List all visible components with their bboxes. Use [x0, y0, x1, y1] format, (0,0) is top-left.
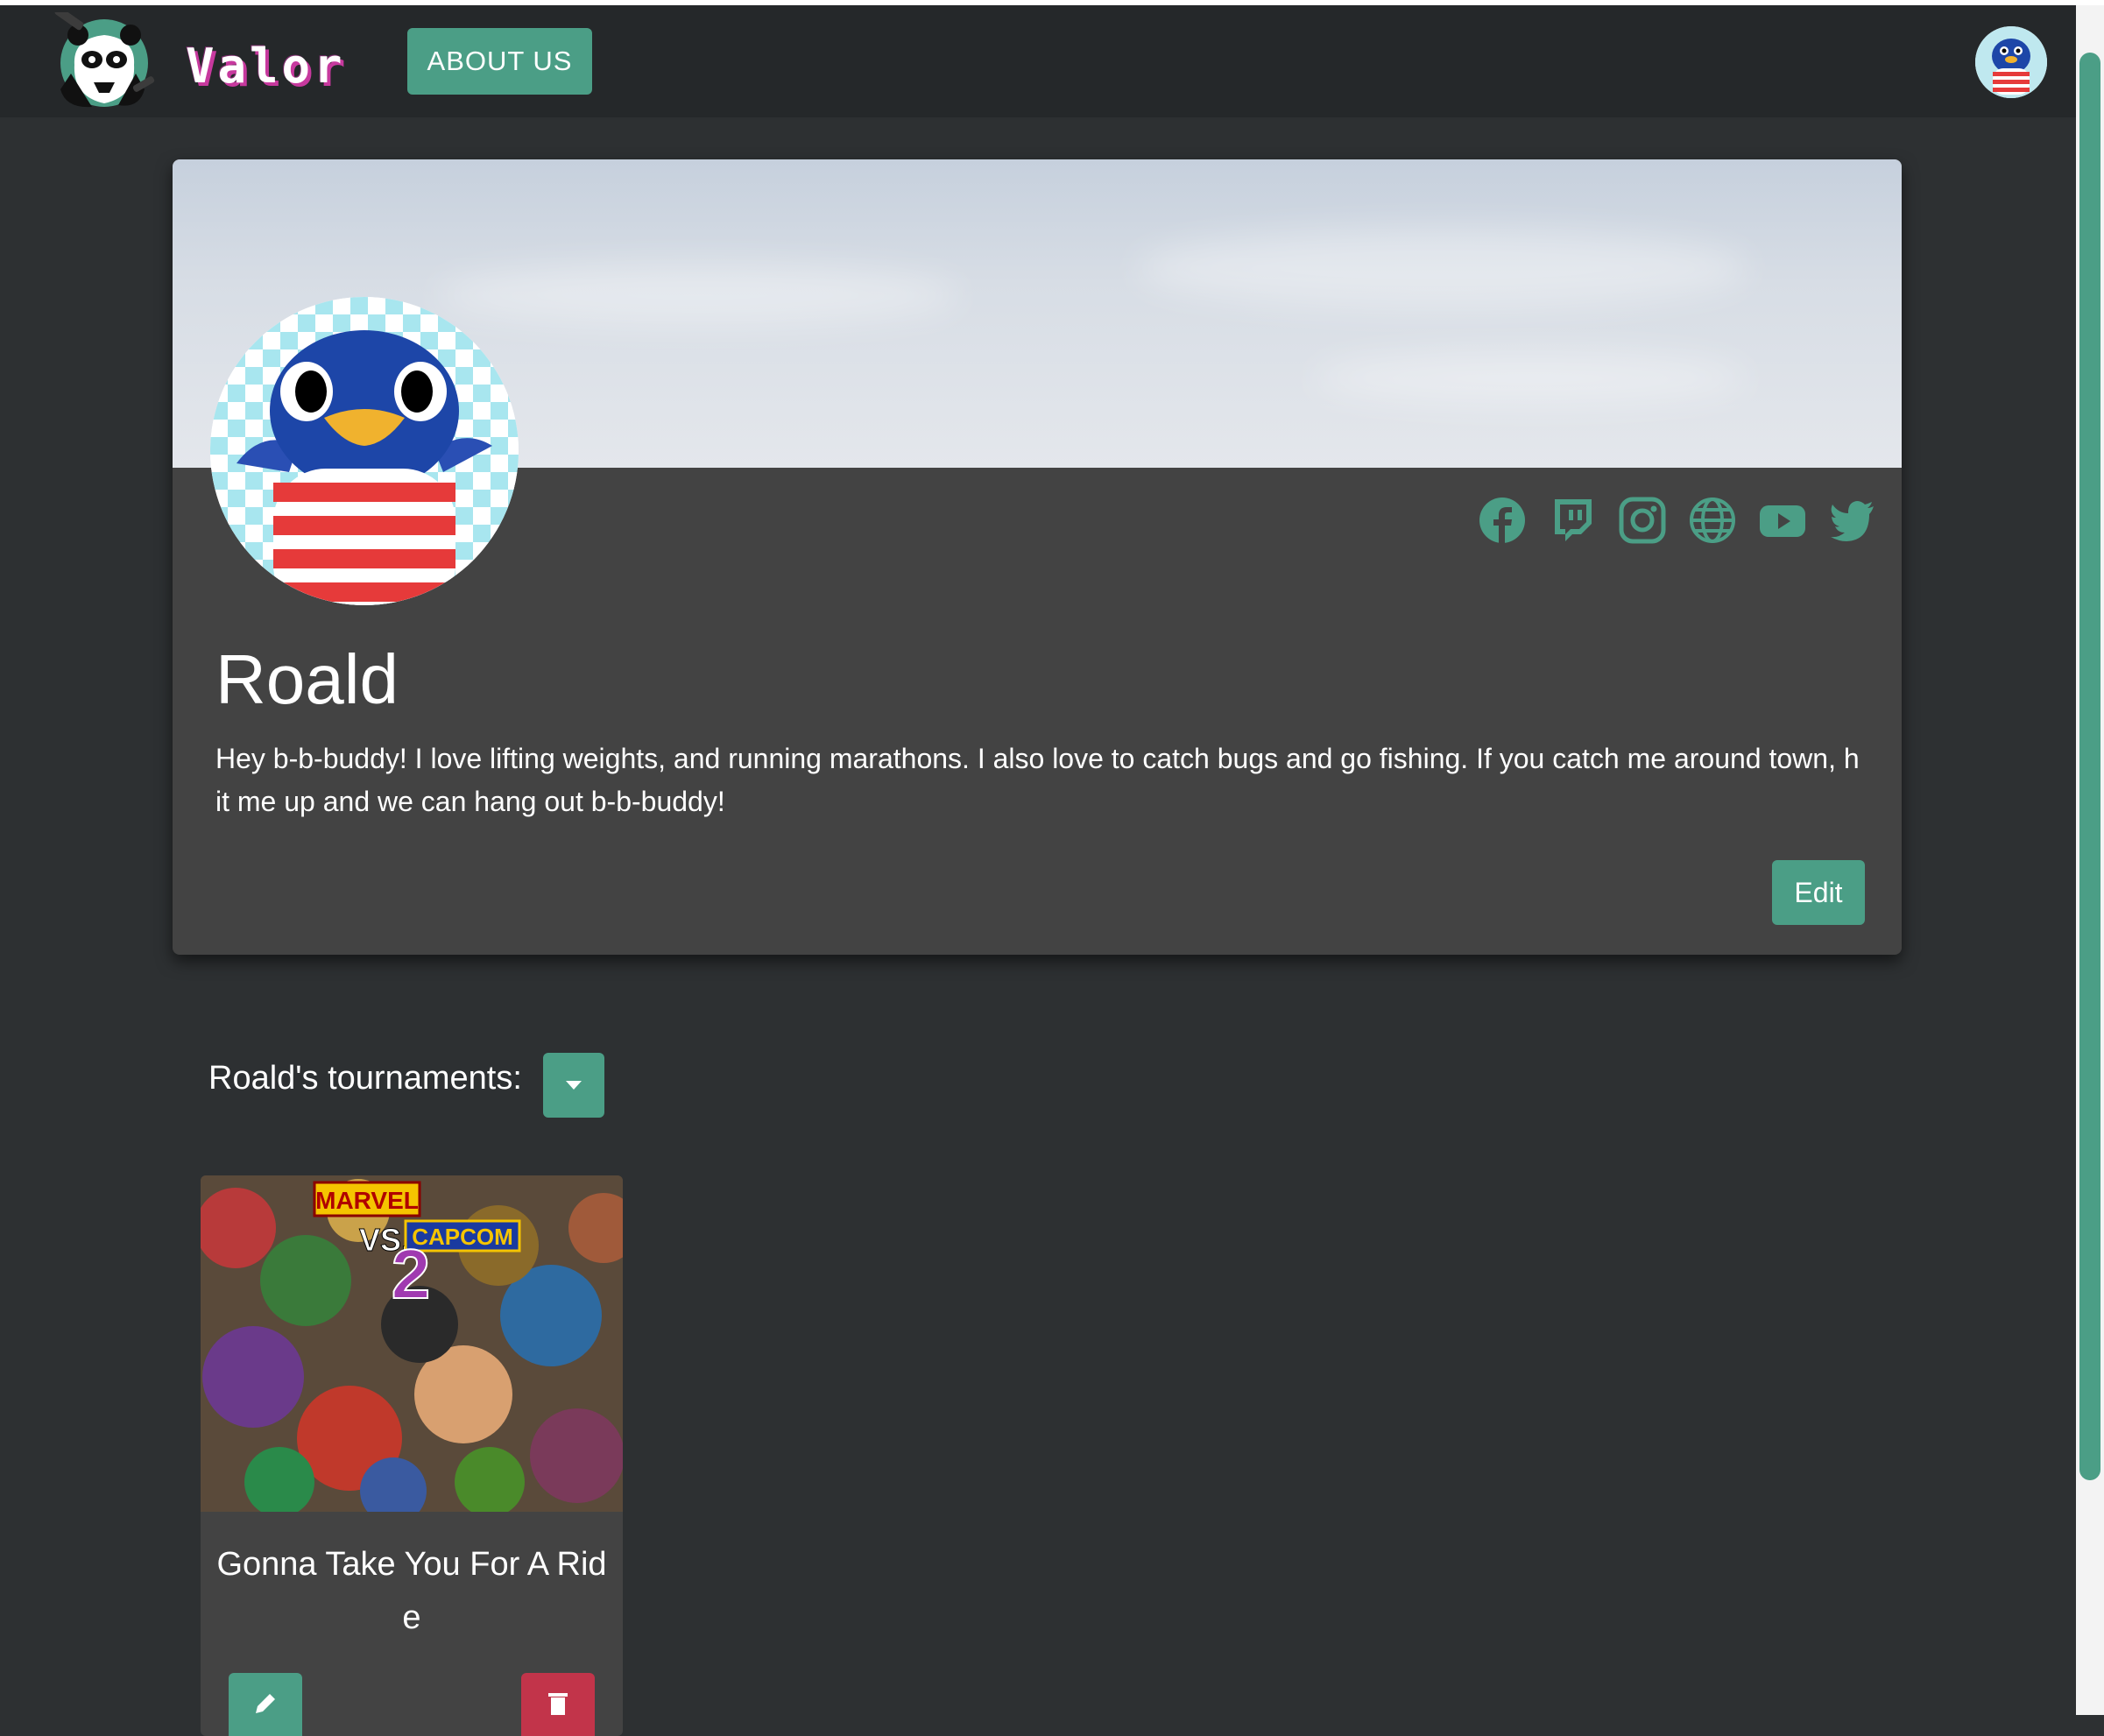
youtube-icon[interactable] [1758, 496, 1807, 545]
profile-bio: Hey b-b-buddy! I love lifting weights, a… [215, 743, 1860, 817]
valor-logo[interactable] [48, 6, 159, 110]
tournament-image: MARVEL VS. CAPCOM 2 [201, 1175, 623, 1524]
navbar: Valor ABOUT US [0, 5, 2076, 117]
instagram-icon[interactable] [1618, 496, 1667, 545]
delete-tournament-button[interactable] [521, 1673, 595, 1736]
scrollbar-thumb[interactable] [2079, 53, 2100, 1480]
tournaments-heading: Roald's tournaments: [208, 1060, 522, 1097]
twitter-icon[interactable] [1828, 496, 1877, 545]
edit-profile-button[interactable]: Edit [1772, 860, 1865, 925]
pencil-icon [256, 1694, 275, 1713]
trash-icon [548, 1693, 568, 1715]
tournament-title[interactable]: Gonna Take You For A Ride [211, 1538, 612, 1645]
profile-avatar [210, 297, 519, 605]
profile-card: Roald Hey b-b-buddy! I love lifting weig… [173, 159, 1902, 955]
about-us-button[interactable]: ABOUT US [407, 28, 592, 95]
marvel-logo-text: MARVEL [315, 1187, 419, 1214]
tournaments-dropdown-button[interactable] [543, 1053, 604, 1118]
profile-name: Roald [215, 640, 399, 718]
two-logo-text: 2 [392, 1235, 431, 1313]
tournament-card[interactable]: MARVEL VS. CAPCOM 2 Gonna Take You For A… [201, 1175, 623, 1736]
user-avatar[interactable] [1975, 26, 2047, 98]
social-links [1478, 496, 1877, 548]
globe-icon[interactable] [1688, 496, 1737, 545]
brand-name[interactable]: Valor [186, 39, 346, 94]
facebook-icon[interactable] [1478, 496, 1527, 545]
caret-down-icon [566, 1081, 582, 1090]
twitch-icon[interactable] [1548, 496, 1597, 545]
edit-tournament-button[interactable] [229, 1673, 302, 1736]
